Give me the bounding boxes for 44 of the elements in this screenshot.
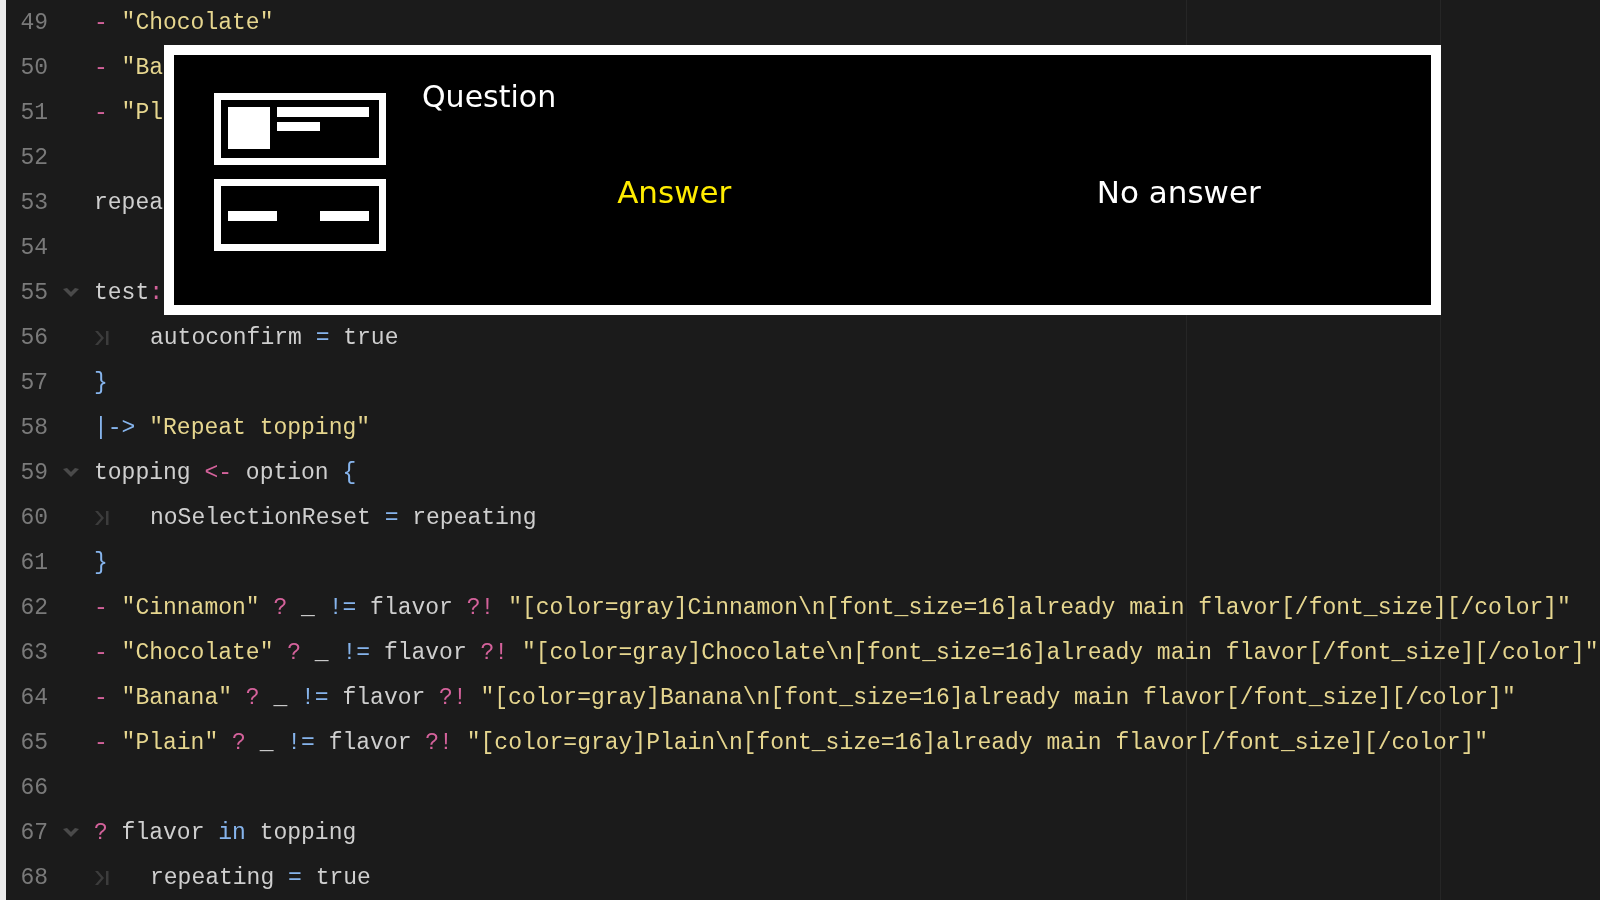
code-line: - "Chocolate"	[94, 9, 274, 36]
code-line: repea	[94, 189, 163, 216]
line-number: 53	[19, 189, 48, 216]
code-line: - "Banana" ? _ != flavor ?! "[color=gray]Banana\n[font_size=16]already main flavor[/font_size][/color]"	[94, 684, 1516, 711]
code-line: test:	[94, 279, 164, 306]
fold-chevron-icon[interactable]	[62, 466, 80, 479]
code-line: topping <- option {	[94, 459, 357, 486]
line-number: 60	[19, 504, 48, 531]
code-line: }	[94, 369, 108, 396]
line-number: 62	[19, 594, 48, 621]
line-number: 55	[19, 279, 48, 306]
code-line: repeating = true	[150, 864, 371, 891]
line-number: 67	[19, 819, 48, 846]
code-line: ? flavor in topping	[94, 819, 357, 846]
line-number: 63	[19, 639, 48, 666]
line-number: 58	[19, 414, 48, 441]
code-line: - "Plain" ? _ != flavor ?! "[color=gray]Plain\n[font_size=16]already main flavor[/font_size][/color]"	[94, 729, 1489, 756]
code-line: - "Cinnamon" ? _ != flavor ?! "[color=gray]Cinnamon\n[font_size=16]already main flavor[/font_size][/color]"	[94, 594, 1571, 621]
code-line: |-> "Repeat topping"	[94, 414, 371, 441]
line-number: 54	[19, 234, 48, 261]
line-number: 50	[19, 54, 48, 81]
line-number: 52	[19, 144, 48, 171]
line-number: 51	[19, 99, 48, 126]
dialog-title: Question	[422, 79, 558, 114]
code-line: - "Pl	[94, 99, 164, 126]
line-number: 66	[19, 774, 48, 801]
line-number: 68	[19, 864, 48, 891]
line-number: 59	[19, 459, 48, 486]
line-number: 57	[19, 369, 48, 396]
answer-option[interactable]: Answer	[422, 174, 927, 210]
line-number: 65	[19, 729, 48, 756]
code-line: noSelectionReset = repeating	[150, 504, 537, 531]
line-number: 56	[19, 324, 48, 351]
answer-option[interactable]: No answer	[926, 174, 1431, 210]
layout-icon	[214, 93, 386, 251]
code-line: }	[94, 549, 108, 576]
fold-chevron-icon[interactable]	[62, 826, 80, 839]
line-number: 61	[19, 549, 48, 576]
line-number: 49	[19, 9, 48, 36]
code-line: - "Chocolate" ? _ != flavor ?! "[color=gray]Chocolate\n[font_size=16]already main flavor[/font_size][/color]"	[94, 639, 1599, 666]
code-line: - "Ba	[94, 54, 164, 81]
code-line: autoconfirm = true	[150, 324, 399, 351]
line-number: 64	[19, 684, 48, 711]
fold-chevron-icon[interactable]	[62, 286, 80, 299]
